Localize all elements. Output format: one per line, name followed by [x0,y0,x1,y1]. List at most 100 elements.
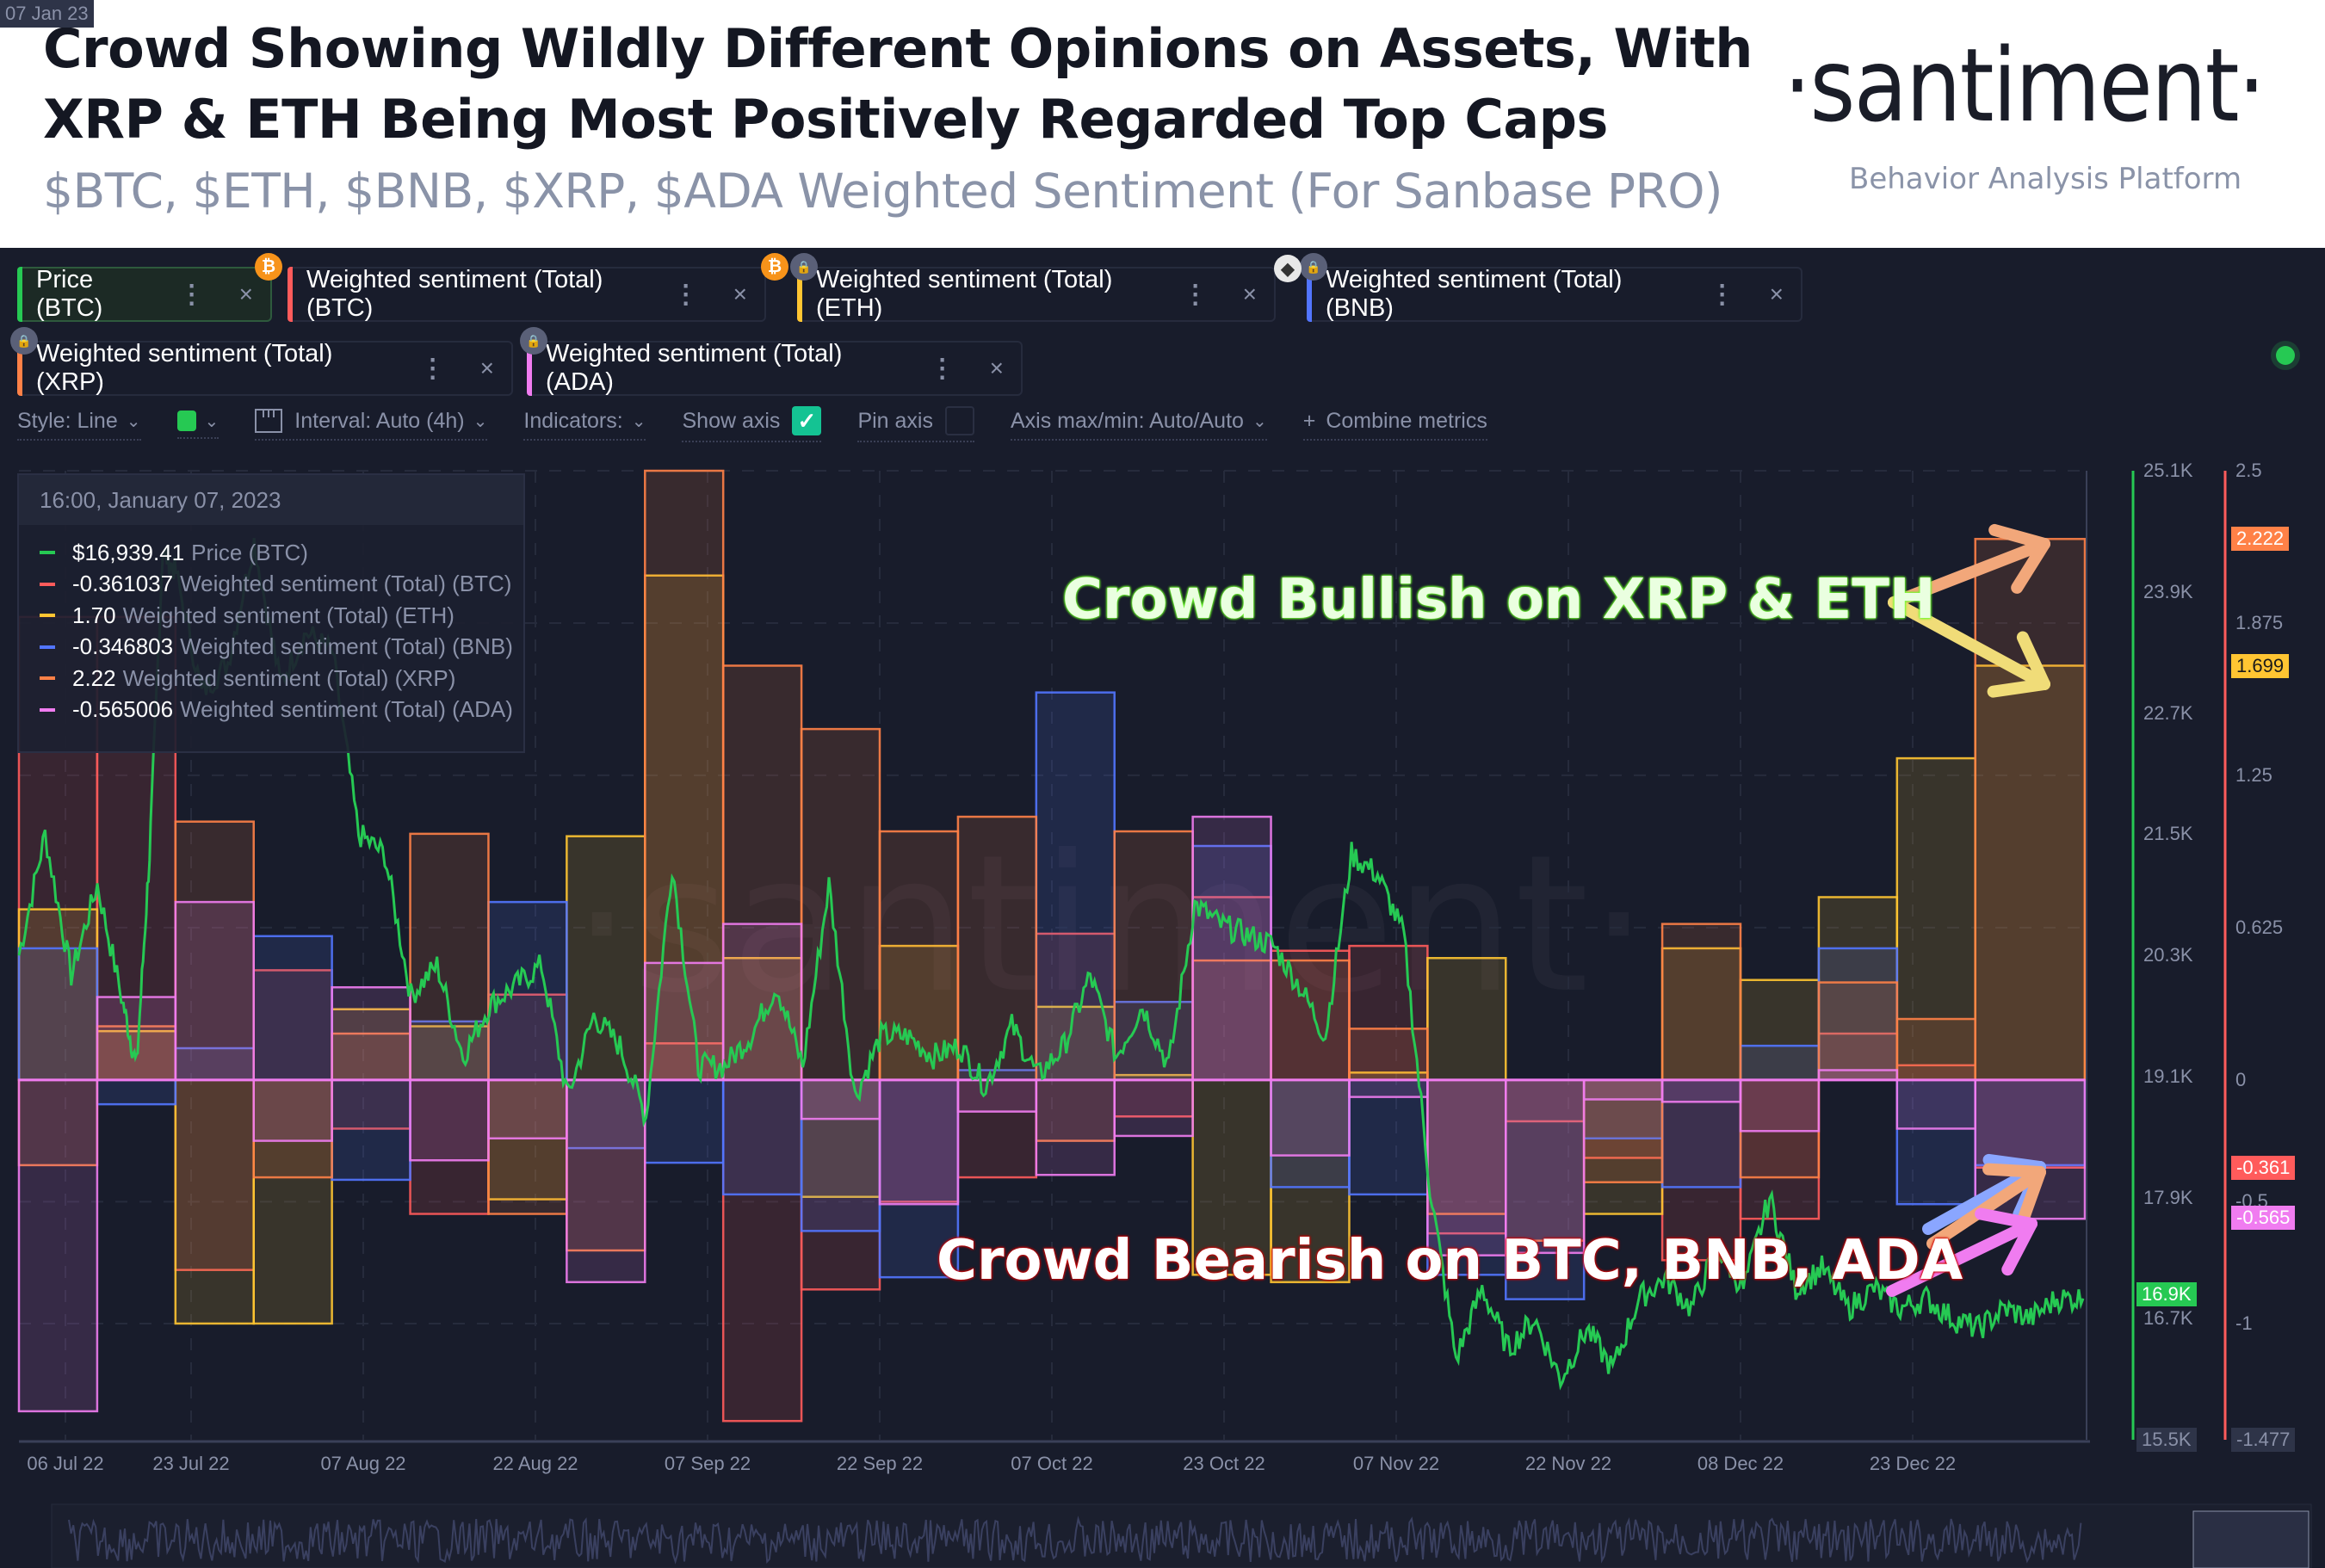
sentiment-bar [1739,1078,1821,1133]
bearish-annotation: Crowd Bearish on BTC, BNB, ADA [937,1229,1963,1293]
x-tick-label: 06 Jul 22 [27,1453,104,1474]
sentiment-bar [409,1078,490,1162]
sentiment-min-label: -1.477 [2231,1428,2296,1452]
chart-canvas[interactable]: ·santiment· [0,0,2325,1568]
sentiment-bar [174,1078,255,1325]
price-tick-label: 19.1K [2143,1065,2193,1087]
sentiment-bar [1426,957,1507,1082]
tooltip-rows: $16,939.41 Price (BTC) -0.361037 Weighted s… [19,525,523,725]
x-tick-label: 08 Dec 22 [1697,1453,1784,1474]
tooltip-label: Weighted sentiment (Total) (ETH) [122,602,454,628]
series-marker [40,614,55,618]
sentiment-bar [956,815,1038,1082]
x-cursor-label: 07 Jan 23 [0,0,94,28]
price-tick-label: 21.5K [2143,823,2193,845]
sentiment-bar [721,1078,803,1196]
x-tick-label: 07 Sep 22 [664,1453,751,1474]
series-marker [40,551,55,555]
sentiment-bar [252,1078,333,1142]
sentiment-bar [1113,1078,1194,1138]
sentiment-bar [800,1078,881,1120]
tooltip-value: 1.70 [72,602,116,628]
sentiment-bar [1974,538,2087,1082]
sentiment-bar [1739,1044,1821,1082]
sentiment-tick-label: 0.625 [2235,916,2284,938]
x-tick-label: 22 Aug 22 [492,1453,578,1474]
sentiment-bar [17,1078,99,1413]
x-tick-label: 07 Aug 22 [320,1453,406,1474]
x-tick-label: 23 Oct 22 [1183,1453,1265,1474]
sentiment-bar [1895,1078,1976,1130]
sentiment-bar [1817,981,1899,1082]
sentiment-bar [1660,1078,1742,1103]
tooltip-label: Price (BTC) [191,539,308,565]
sentiment-bar [1035,1078,1116,1176]
sentiment-bar [1035,691,1116,1082]
bullish-annotation: Crowd Bullish on XRP & ETH [1062,568,1936,632]
sentiment-bar [956,1078,1038,1113]
x-tick-label: 23 Dec 22 [1869,1453,1957,1474]
sentiment-bar [17,947,99,1082]
sentiment-bar [566,835,646,1082]
sentiment-current-label-btc: -0.361 [2231,1156,2296,1181]
price-tick-label: 16.7K [2143,1307,2193,1330]
sentiment-bar [96,996,177,1082]
tooltip-label: Weighted sentiment (Total) (BTC) [180,571,512,597]
overview-selection-handle[interactable] [2192,1510,2310,1568]
sentiment-bar [252,935,333,1082]
x-tick-label: 07 Oct 22 [1011,1453,1093,1474]
sentiment-bar [1582,1078,1664,1101]
price-tick-label: 20.3K [2143,944,2193,966]
series-marker [40,582,55,586]
sentiment-bar [1348,1078,1429,1098]
price-min-label: 15.5K [2136,1428,2197,1452]
sentiment-current-label-eth: 1.699 [2231,653,2290,678]
tooltip-row: -0.565006 Weighted sentiment (Total) (ADA… [19,694,523,726]
sentiment-bar [96,1078,177,1106]
tooltip-row: 2.22 Weighted sentiment (Total) (XRP) [19,663,523,694]
tooltip-label: Weighted sentiment (Total) (ADA) [180,696,513,723]
sentiment-bar [566,1078,646,1284]
sentiment-bar [1660,923,1742,1082]
tooltip-value: $16,939.41 [72,539,185,565]
sentiment-bar [1270,959,1351,1082]
tooltip-datetime: 16:00, January 07, 2023 [19,475,523,525]
tooltip-row: -0.361037 Weighted sentiment (Total) (BTC… [19,569,523,601]
x-tick-label: 07 Nov 22 [1352,1453,1440,1474]
series-marker [40,645,55,649]
tooltip-row: -0.346803 Weighted sentiment (Total) (BNB… [19,632,523,664]
tooltip-value: -0.361037 [72,571,174,597]
sentiment-current-label-xrp: 2.222 [2231,526,2290,551]
sentiment-bar [487,900,568,1082]
sentiment-bar [1895,1017,1976,1082]
sentiment-bar [1817,1069,1899,1082]
chart-tooltip: 16:00, January 07, 2023 $16,939.41 Price … [17,473,525,753]
sentiment-bar [331,1078,411,1182]
price-current-label: 16.9K [2136,1282,2197,1307]
sentiment-bar [644,1078,725,1164]
sentiment-tick-label: 2.5 [2235,460,2262,481]
x-tick-label: 23 Jul 22 [152,1453,230,1474]
x-tick-label: 22 Sep 22 [836,1453,924,1474]
price-tick-label: 22.7K [2143,701,2193,724]
tooltip-row: $16,939.41 Price (BTC) [19,537,523,569]
tooltip-label: Weighted sentiment (Total) (BNB) [180,633,513,660]
tooltip-value: -0.565006 [72,696,174,723]
sentiment-bar [174,900,255,1082]
sentiment-bar [487,1078,568,1140]
arrow-to-eth [1987,678,2050,698]
sentiment-bar [331,985,411,1082]
tooltip-value: 2.22 [72,664,116,691]
sentiment-tick-label: 0 [2235,1068,2247,1090]
price-tick-label: 25.1K [2143,460,2193,481]
sentiment-bar [800,727,881,1082]
sentiment-bar [1191,815,1272,1082]
sentiment-bar [878,1078,960,1206]
tooltip-value: -0.346803 [72,633,174,660]
price-tick-label: 23.9K [2143,580,2193,602]
sentiment-tick-label: 1.875 [2235,611,2284,633]
sentiment-bar [409,832,490,1082]
tooltip-row: 1.70 Weighted sentiment (Total) (ETH) [19,600,523,632]
tooltip-label: Weighted sentiment (Total) (XRP) [122,664,456,691]
arrow-to-btc [1982,1163,2046,1178]
